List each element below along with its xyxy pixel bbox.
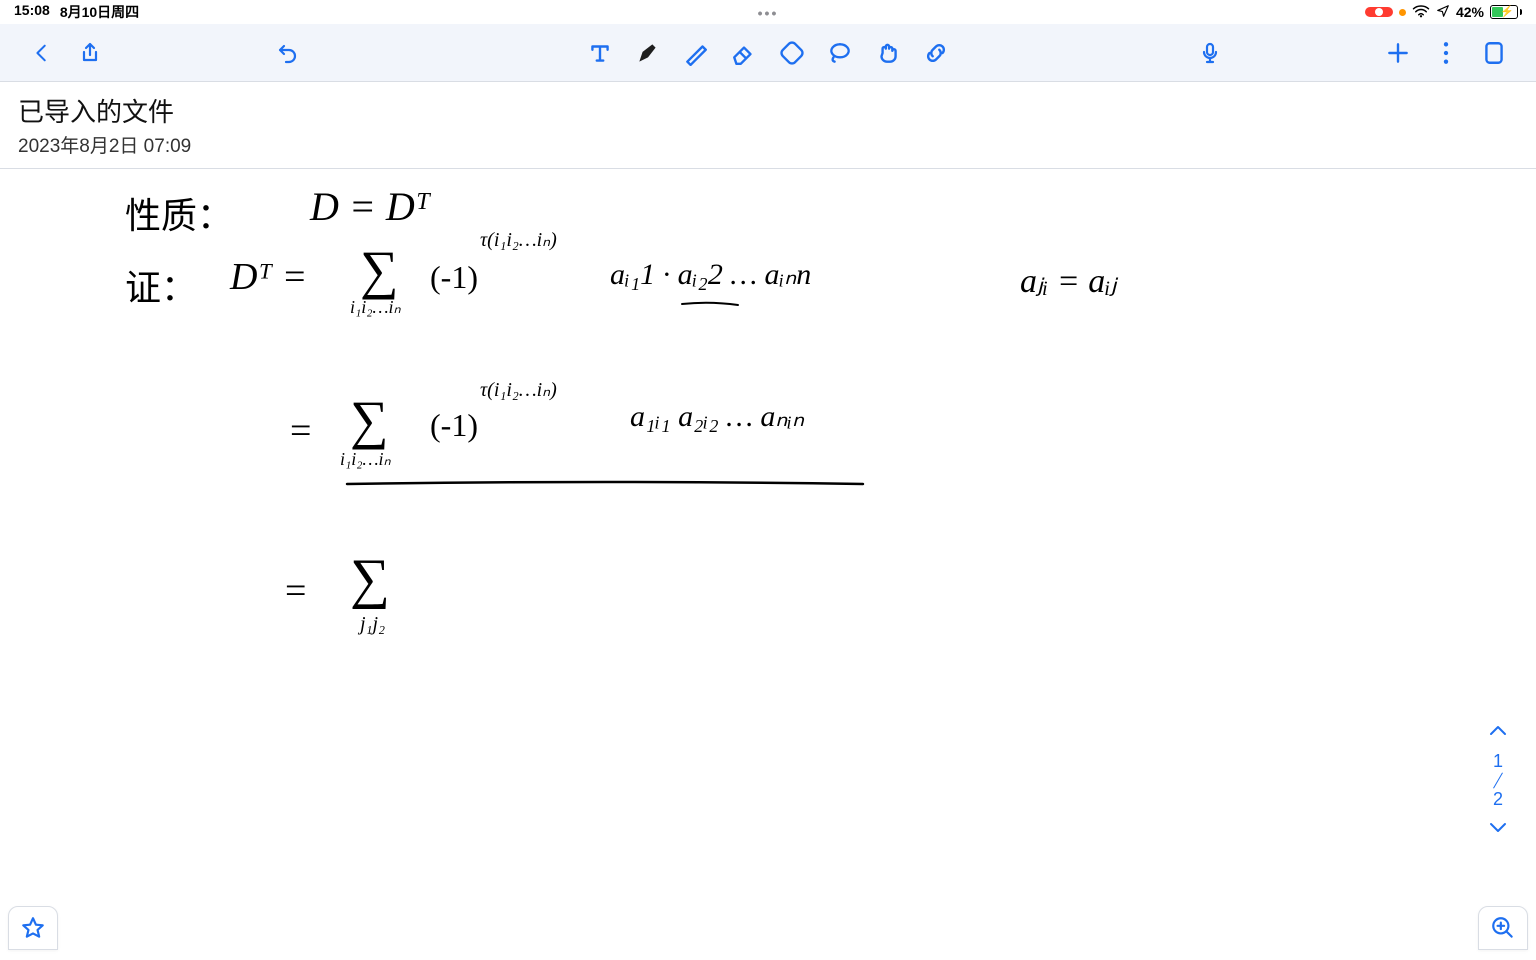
favorite-button[interactable]	[8, 906, 58, 950]
text-tool-button[interactable]	[576, 31, 624, 75]
screen-recording-pill[interactable]	[1365, 7, 1393, 17]
battery-icon: ⚡	[1490, 5, 1522, 19]
handwriting-text: ∑	[360, 239, 399, 301]
handwriting-text: j₁j₂	[360, 613, 385, 636]
handwriting-text: aᵢ₁1 · aᵢ₂2 … aᵢₙn	[610, 257, 811, 292]
handwriting-text: 证：	[125, 259, 197, 311]
shape-tool-button[interactable]	[768, 31, 816, 75]
handwriting-text: τ(i₁i₂…iₙ)	[480, 377, 557, 402]
undo-button[interactable]	[264, 31, 312, 75]
handwriting-text: i₁i₂…iₙ	[350, 297, 401, 318]
microphone-button[interactable]	[1186, 31, 1234, 75]
toolbar	[0, 24, 1536, 82]
status-date: 8月10日周四	[60, 2, 139, 22]
note-date: 2023年8月2日 07:09	[18, 131, 1518, 158]
wifi-icon	[1412, 4, 1430, 21]
handwriting-text: D = Dᵀ	[310, 183, 430, 230]
page-navigator: 1 2	[1488, 722, 1508, 839]
handwriting-text: aⱼᵢ = aᵢⱼ	[1020, 261, 1117, 301]
underline-stroke	[345, 477, 865, 489]
handwriting-text: τ(i₁i₂…iₙ)	[480, 227, 557, 252]
handwriting-text: ∑	[350, 389, 389, 451]
hand-tool-button[interactable]	[864, 31, 912, 75]
page-up-button[interactable]	[1488, 722, 1508, 743]
highlighter-tool-button[interactable]	[672, 31, 720, 75]
back-button[interactable]	[18, 31, 66, 75]
pages-button[interactable]	[1470, 31, 1518, 75]
handwriting-text: i₁i₂…iₙ	[340, 449, 391, 470]
status-time: 15:08	[14, 2, 50, 22]
page-divider-icon	[1493, 772, 1503, 788]
handwriting-text: =	[285, 569, 306, 613]
handwriting-text: =	[290, 409, 311, 453]
more-options-button[interactable]	[1422, 31, 1470, 75]
multitask-dots-icon[interactable]: •••	[758, 5, 779, 21]
privacy-dot-icon	[1399, 9, 1406, 16]
add-button[interactable]	[1374, 31, 1422, 75]
handwriting-text: 性质：	[125, 187, 233, 239]
handwriting-text: (-1)	[430, 407, 478, 444]
page-total: 2	[1493, 789, 1503, 810]
link-tool-button[interactable]	[912, 31, 960, 75]
underline-stroke	[680, 299, 740, 309]
handwriting-text: Dᵀ =	[230, 255, 307, 299]
handwriting-text: a₁ᵢ₁ a₂ᵢ₂ … aₙᵢₙ	[630, 399, 804, 434]
battery-percentage: 42%	[1456, 4, 1484, 20]
status-bar: 15:08 8月10日周四 ••• 42% ⚡	[0, 0, 1536, 24]
record-dot-icon	[1375, 8, 1383, 16]
share-button[interactable]	[66, 31, 114, 75]
zoom-in-button[interactable]	[1478, 906, 1528, 950]
handwriting-text: ∑	[350, 547, 390, 611]
lasso-tool-button[interactable]	[816, 31, 864, 75]
note-canvas[interactable]: 性质： D = Dᵀ 证： Dᵀ = ∑ i₁i₂…iₙ (-1) τ(i₁i₂…	[0, 169, 1536, 960]
note-title[interactable]: 已导入的文件	[18, 92, 1518, 129]
page-down-button[interactable]	[1488, 818, 1508, 839]
location-icon	[1436, 4, 1450, 21]
page-current: 1	[1493, 751, 1503, 772]
handwriting-text: (-1)	[430, 259, 478, 296]
pen-tool-button[interactable]	[624, 31, 672, 75]
eraser-tool-button[interactable]	[720, 31, 768, 75]
note-header: 已导入的文件 2023年8月2日 07:09	[0, 82, 1536, 169]
